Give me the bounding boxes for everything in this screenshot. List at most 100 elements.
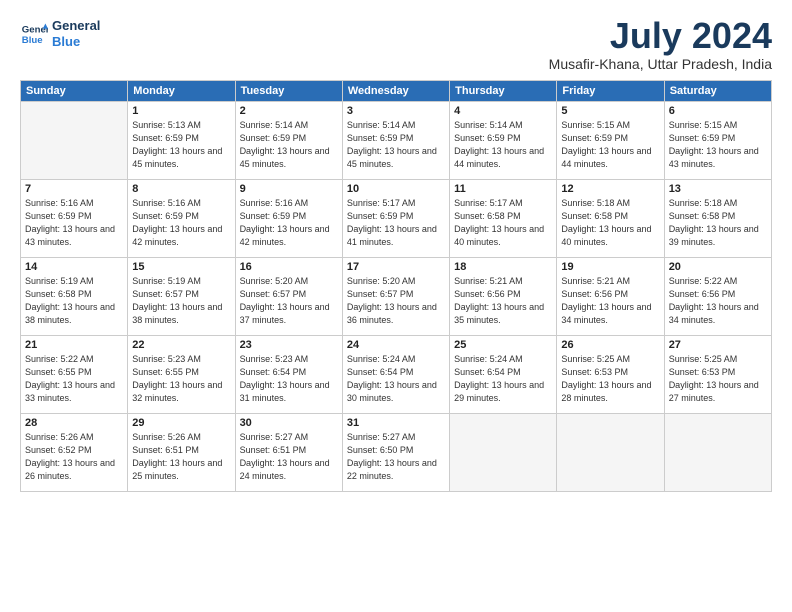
calendar-week-2: 14 Sunrise: 5:19 AMSunset: 6:58 PMDayligh… [21,258,772,336]
day-info: Sunrise: 5:24 AMSunset: 6:54 PMDaylight:… [347,353,445,405]
day-number: 25 [454,339,552,351]
calendar-week-0: 1 Sunrise: 5:13 AMSunset: 6:59 PMDaylight… [21,102,772,180]
calendar-cell: 30Sunrise: 5:27 AMSunset: 6:51 PMDayligh… [235,414,342,492]
calendar-cell [21,102,128,180]
calendar-cell: 12Sunrise: 5:18 AMSunset: 6:58 PMDayligh… [557,180,664,258]
calendar-cell: 11 Sunrise: 5:17 AMSunset: 6:58 PMDayligh… [450,180,557,258]
day-info: Sunrise: 5:13 AMSunset: 6:59 PMDaylight:… [132,119,230,171]
calendar-cell: 23 Sunrise: 5:23 AMSunset: 6:54 PMDayligh… [235,336,342,414]
calendar-cell: 13 Sunrise: 5:18 AMSunset: 6:58 PMDayligh… [664,180,771,258]
day-info: Sunrise: 5:23 AMSunset: 6:55 PMDaylight:… [132,353,230,405]
day-number: 4 [454,105,552,117]
calendar-cell: 25 Sunrise: 5:24 AMSunset: 6:54 PMDayligh… [450,336,557,414]
calendar-cell: 5 Sunrise: 5:15 AMSunset: 6:59 PMDaylight… [557,102,664,180]
calendar-cell: 24 Sunrise: 5:24 AMSunset: 6:54 PMDayligh… [342,336,449,414]
day-info: Sunrise: 5:18 AMSunset: 6:58 PMDaylight:… [669,197,767,249]
calendar-cell: 20 Sunrise: 5:22 AMSunset: 6:56 PMDayligh… [664,258,771,336]
calendar-week-3: 21Sunrise: 5:22 AMSunset: 6:55 PMDayligh… [21,336,772,414]
day-info: Sunrise: 5:17 AMSunset: 6:58 PMDaylight:… [454,197,552,249]
calendar-cell: 29Sunrise: 5:26 AMSunset: 6:51 PMDayligh… [128,414,235,492]
day-info: Sunrise: 5:18 AMSunset: 6:58 PMDaylight:… [561,197,659,249]
day-number: 8 [132,183,230,195]
day-info: Sunrise: 5:24 AMSunset: 6:54 PMDaylight:… [454,353,552,405]
day-info: Sunrise: 5:16 AMSunset: 6:59 PMDaylight:… [132,197,230,249]
day-info: Sunrise: 5:21 AMSunset: 6:56 PMDaylight:… [561,275,659,327]
day-info: Sunrise: 5:15 AMSunset: 6:59 PMDaylight:… [561,119,659,171]
calendar-cell [557,414,664,492]
calendar-cell: 26Sunrise: 5:25 AMSunset: 6:53 PMDayligh… [557,336,664,414]
day-number: 11 [454,183,552,195]
day-info: Sunrise: 5:15 AMSunset: 6:59 PMDaylight:… [669,119,767,171]
day-number: 24 [347,339,445,351]
day-info: Sunrise: 5:19 AMSunset: 6:58 PMDaylight:… [25,275,123,327]
day-info: Sunrise: 5:19 AMSunset: 6:57 PMDaylight:… [132,275,230,327]
calendar-cell: 27Sunrise: 5:25 AMSunset: 6:53 PMDayligh… [664,336,771,414]
day-number: 13 [669,183,767,195]
calendar-cell: 8 Sunrise: 5:16 AMSunset: 6:59 PMDaylight… [128,180,235,258]
day-number: 26 [561,339,659,351]
location: Musafir-Khana, Uttar Pradesh, India [549,56,772,72]
day-number: 31 [347,417,445,429]
day-number: 10 [347,183,445,195]
weekday-header-monday: Monday [128,81,235,102]
calendar-cell: 14 Sunrise: 5:19 AMSunset: 6:58 PMDayligh… [21,258,128,336]
day-number: 29 [132,417,230,429]
calendar-cell: 16 Sunrise: 5:20 AMSunset: 6:57 PMDayligh… [235,258,342,336]
day-info: Sunrise: 5:20 AMSunset: 6:57 PMDaylight:… [347,275,445,327]
day-info: Sunrise: 5:20 AMSunset: 6:57 PMDaylight:… [240,275,338,327]
day-number: 22 [132,339,230,351]
day-number: 19 [561,261,659,273]
calendar-cell: 19 Sunrise: 5:21 AMSunset: 6:56 PMDayligh… [557,258,664,336]
calendar-cell: 7 Sunrise: 5:16 AMSunset: 6:59 PMDaylight… [21,180,128,258]
day-number: 7 [25,183,123,195]
title-block: July 2024 Musafir-Khana, Uttar Pradesh, … [549,18,772,72]
day-info: Sunrise: 5:17 AMSunset: 6:59 PMDaylight:… [347,197,445,249]
calendar-cell: 18 Sunrise: 5:21 AMSunset: 6:56 PMDayligh… [450,258,557,336]
calendar-cell: 6 Sunrise: 5:15 AMSunset: 6:59 PMDaylight… [664,102,771,180]
day-number: 28 [25,417,123,429]
day-number: 2 [240,105,338,117]
day-info: Sunrise: 5:27 AMSunset: 6:51 PMDaylight:… [240,431,338,483]
day-number: 14 [25,261,123,273]
logo-text-blue: Blue [52,34,100,50]
calendar-cell [664,414,771,492]
day-number: 18 [454,261,552,273]
day-info: Sunrise: 5:23 AMSunset: 6:54 PMDaylight:… [240,353,338,405]
day-number: 5 [561,105,659,117]
day-info: Sunrise: 5:27 AMSunset: 6:50 PMDaylight:… [347,431,445,483]
calendar-cell: 10 Sunrise: 5:17 AMSunset: 6:59 PMDayligh… [342,180,449,258]
day-number: 16 [240,261,338,273]
calendar-cell: 1 Sunrise: 5:13 AMSunset: 6:59 PMDaylight… [128,102,235,180]
day-number: 20 [669,261,767,273]
logo-icon: General Blue [20,20,48,48]
day-info: Sunrise: 5:26 AMSunset: 6:52 PMDaylight:… [25,431,123,483]
day-number: 6 [669,105,767,117]
page: General Blue General Blue July 2024 Musa… [0,0,792,612]
calendar-cell: 31 Sunrise: 5:27 AMSunset: 6:50 PMDayligh… [342,414,449,492]
weekday-header-wednesday: Wednesday [342,81,449,102]
header: General Blue General Blue July 2024 Musa… [20,18,772,72]
day-info: Sunrise: 5:22 AMSunset: 6:56 PMDaylight:… [669,275,767,327]
day-info: Sunrise: 5:16 AMSunset: 6:59 PMDaylight:… [240,197,338,249]
calendar-cell: 2Sunrise: 5:14 AMSunset: 6:59 PMDaylight… [235,102,342,180]
logo-text-general: General [52,18,100,34]
calendar-cell: 4Sunrise: 5:14 AMSunset: 6:59 PMDaylight… [450,102,557,180]
svg-text:General: General [22,24,48,35]
weekday-header-saturday: Saturday [664,81,771,102]
svg-text:Blue: Blue [22,34,43,45]
day-number: 9 [240,183,338,195]
calendar-cell: 9 Sunrise: 5:16 AMSunset: 6:59 PMDaylight… [235,180,342,258]
day-number: 3 [347,105,445,117]
weekday-header-sunday: Sunday [21,81,128,102]
calendar-cell: 15 Sunrise: 5:19 AMSunset: 6:57 PMDayligh… [128,258,235,336]
day-number: 15 [132,261,230,273]
month-title: July 2024 [549,18,772,54]
day-number: 23 [240,339,338,351]
calendar-cell [450,414,557,492]
day-info: Sunrise: 5:16 AMSunset: 6:59 PMDaylight:… [25,197,123,249]
weekday-header-friday: Friday [557,81,664,102]
day-number: 1 [132,105,230,117]
day-info: Sunrise: 5:21 AMSunset: 6:56 PMDaylight:… [454,275,552,327]
day-number: 21 [25,339,123,351]
day-info: Sunrise: 5:25 AMSunset: 6:53 PMDaylight:… [669,353,767,405]
